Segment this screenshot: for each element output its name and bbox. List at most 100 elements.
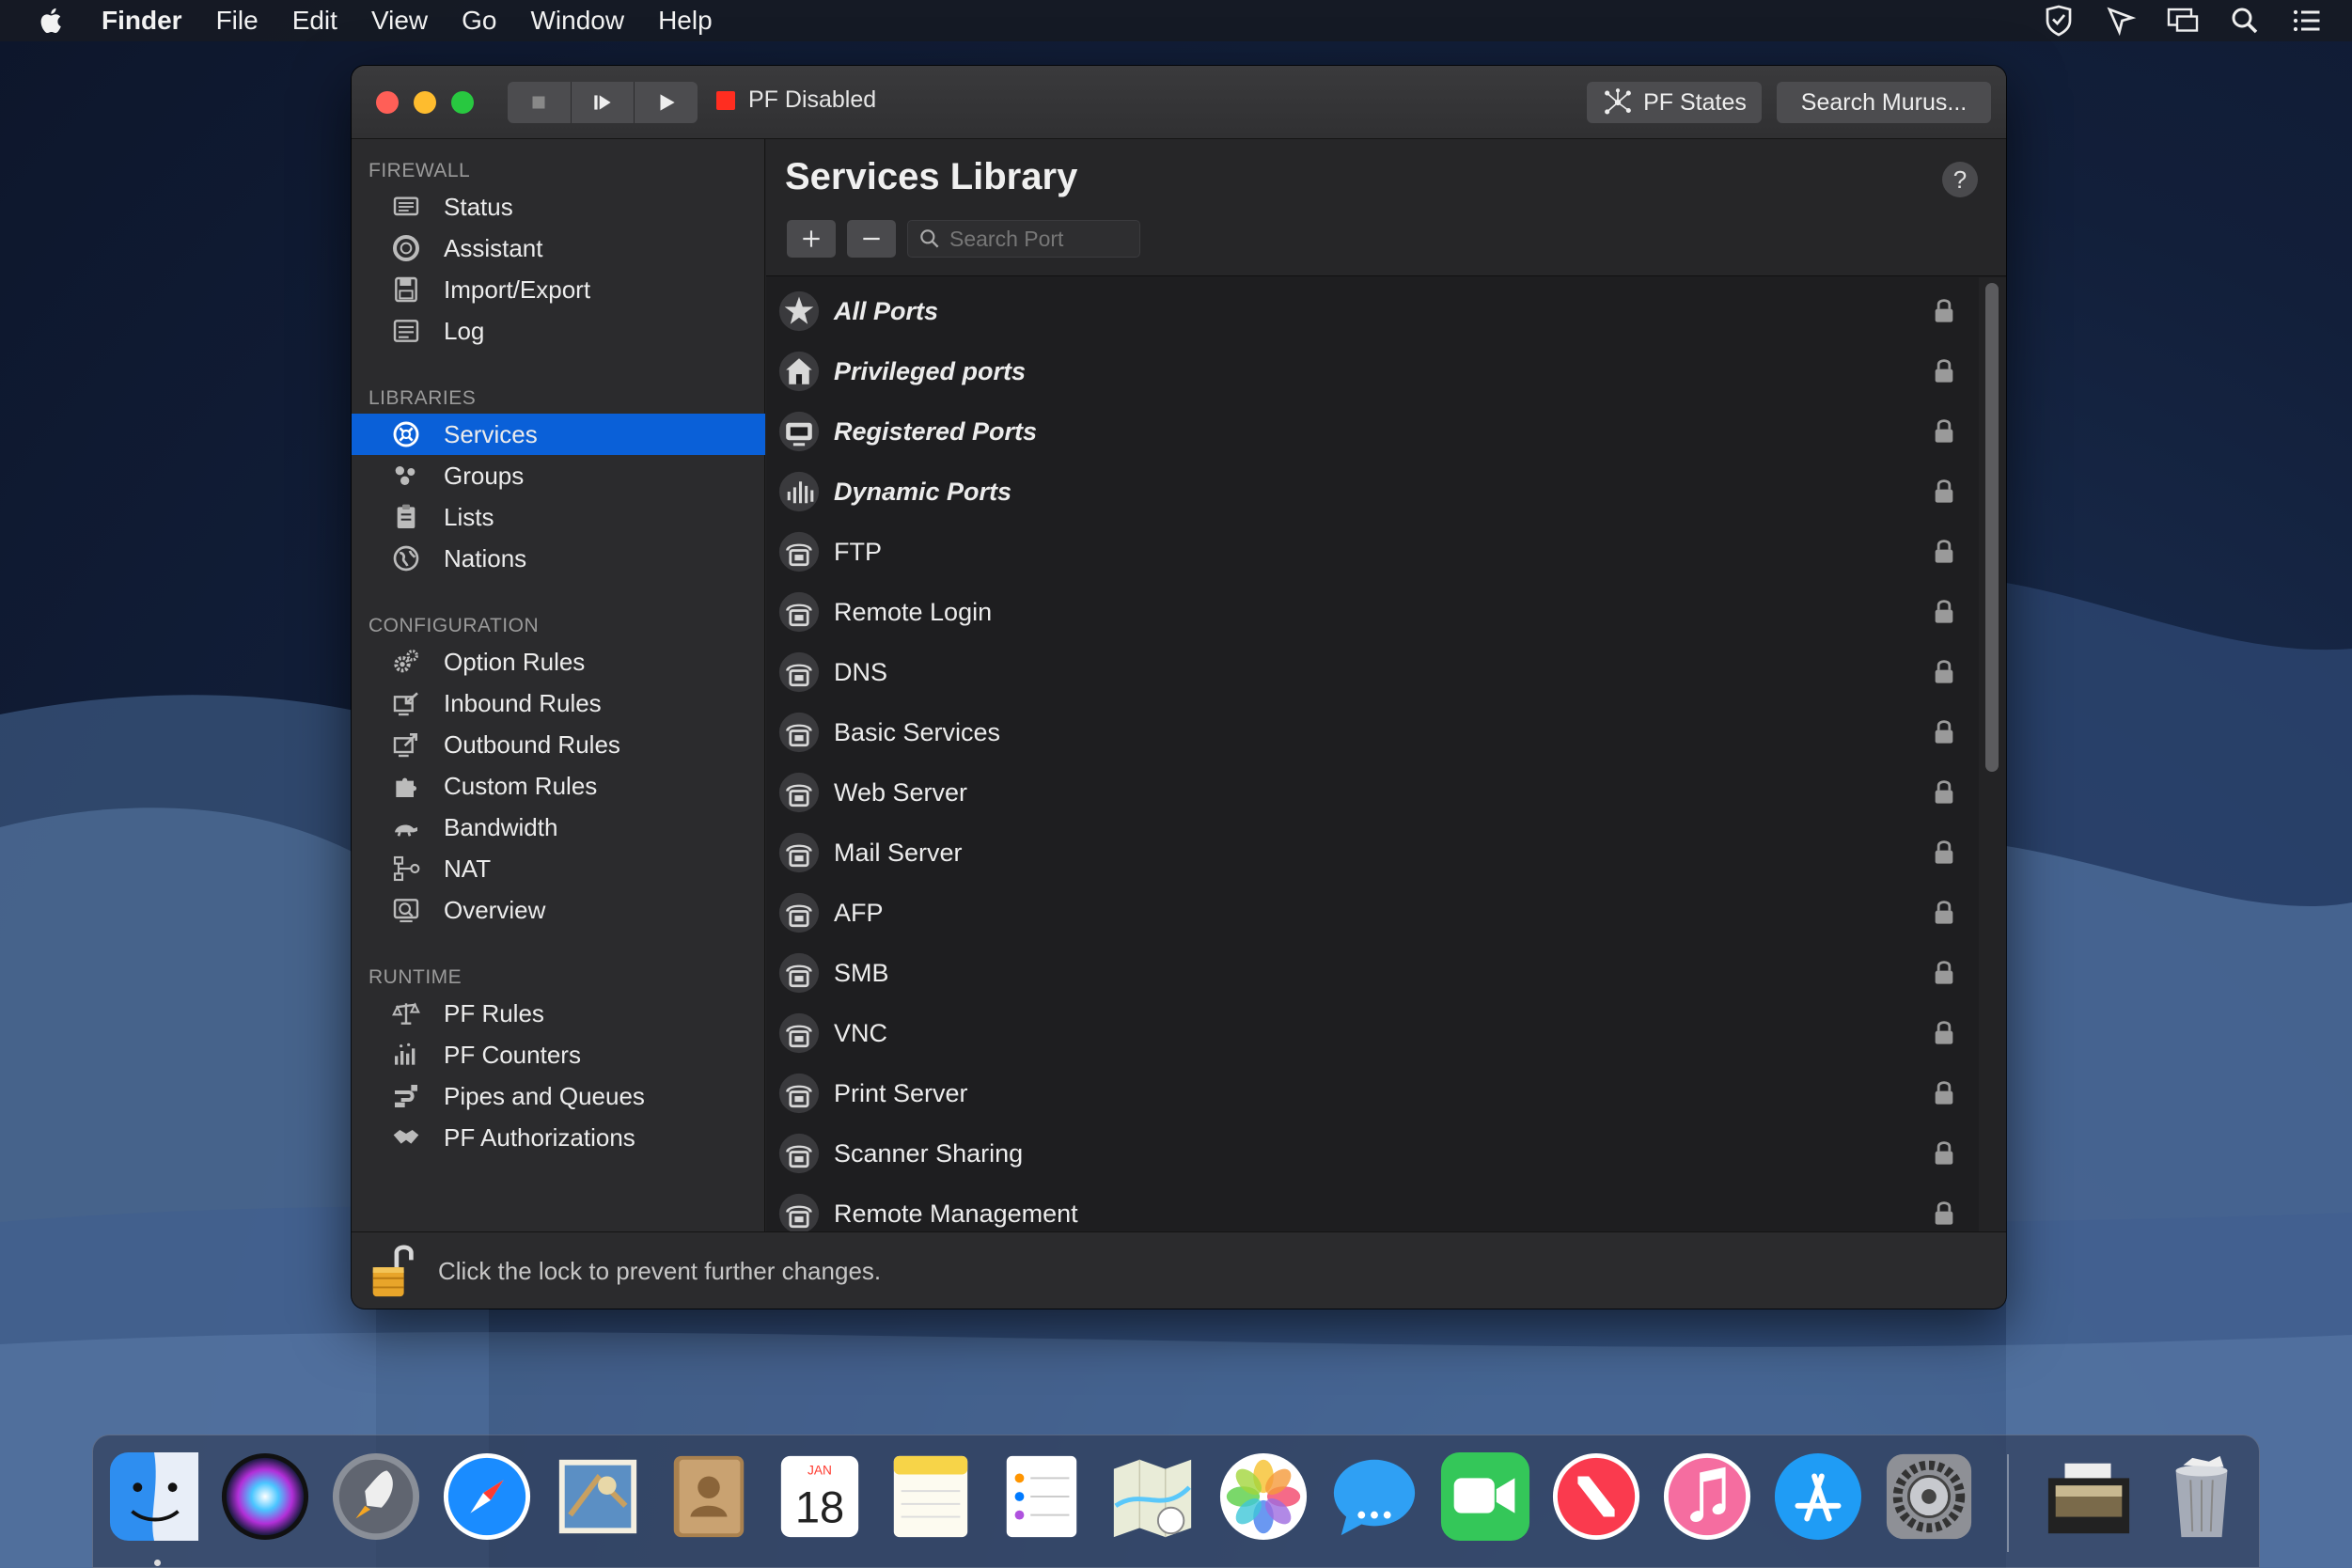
launchpad-icon[interactable] xyxy=(330,1450,422,1543)
maps-icon[interactable] xyxy=(1106,1450,1199,1543)
service-row[interactable]: FTP xyxy=(766,522,1979,582)
pf-states-button[interactable]: PF States xyxy=(1587,82,1762,123)
gears-icon xyxy=(391,647,421,677)
sidebar-item-import-export[interactable]: Import/Export xyxy=(352,269,765,310)
service-row[interactable]: Mail Server xyxy=(766,823,1979,883)
photos-icon[interactable] xyxy=(1217,1450,1309,1543)
menu-view[interactable]: View xyxy=(371,6,428,36)
add-service-button[interactable] xyxy=(787,220,836,258)
facetime-icon[interactable] xyxy=(1439,1450,1531,1543)
stop-pf-button[interactable] xyxy=(508,82,572,123)
sidebar-item-custom-rules[interactable]: Custom Rules xyxy=(352,765,765,807)
sidebar-item-inbound-rules[interactable]: Inbound Rules xyxy=(352,682,765,724)
menu-help[interactable]: Help xyxy=(658,6,713,36)
sidebar-item-option-rules[interactable]: Option Rules xyxy=(352,641,765,682)
contacts-icon[interactable] xyxy=(663,1450,755,1543)
zoom-window-button[interactable] xyxy=(451,91,474,114)
apple-menu-icon[interactable] xyxy=(36,4,68,38)
service-label: Dynamic Ports xyxy=(834,477,1012,506)
service-row[interactable]: Basic Services xyxy=(766,702,1979,762)
lock-icon xyxy=(1935,1021,1953,1044)
sidebar-item-services[interactable]: Services xyxy=(352,414,765,455)
sidebar-item-overview[interactable]: Overview xyxy=(352,889,765,931)
safari-icon[interactable] xyxy=(441,1450,533,1543)
notes-icon[interactable] xyxy=(885,1450,977,1543)
sidebar-item-groups[interactable]: Groups xyxy=(352,455,765,496)
menu-file[interactable]: File xyxy=(216,6,259,36)
search-murus-button[interactable]: Search Murus... xyxy=(1777,82,1991,123)
notification-center-icon[interactable] xyxy=(2290,4,2324,38)
service-row[interactable]: SMB xyxy=(766,943,1979,1003)
murus-shield-icon[interactable] xyxy=(2042,4,2076,38)
menu-edit[interactable]: Edit xyxy=(292,6,337,36)
app-store-icon[interactable] xyxy=(1772,1450,1864,1543)
service-row[interactable]: Registered Ports xyxy=(766,401,1979,462)
downloads-stack-icon[interactable] xyxy=(2043,1450,2135,1543)
messages-icon[interactable] xyxy=(1328,1450,1420,1543)
remove-service-button[interactable] xyxy=(847,220,896,258)
sidebar-item-nations[interactable]: Nations xyxy=(352,538,765,579)
sidebar-item-assistant[interactable]: Assistant xyxy=(352,227,765,269)
reload-pf-button[interactable] xyxy=(572,82,635,123)
news-icon[interactable] xyxy=(1550,1450,1642,1543)
sidebar-item-bandwidth[interactable]: Bandwidth xyxy=(352,807,765,848)
menu-go[interactable]: Go xyxy=(462,6,496,36)
lock-icon xyxy=(1935,359,1953,383)
service-label: Remote Management xyxy=(834,1199,1078,1228)
service-row[interactable]: VNC xyxy=(766,1003,1979,1063)
sidebar-item-lists[interactable]: Lists xyxy=(352,496,765,538)
service-row[interactable]: Print Server xyxy=(766,1063,1979,1123)
pf-states-label: PF States xyxy=(1643,88,1747,116)
service-row[interactable]: Dynamic Ports xyxy=(766,462,1979,522)
service-row[interactable]: Web Server xyxy=(766,762,1979,823)
service-row[interactable]: Scanner Sharing xyxy=(766,1123,1979,1184)
sidebar-item-pf-rules[interactable]: PF Rules xyxy=(352,993,765,1034)
search-port-field[interactable] xyxy=(907,220,1140,258)
close-window-button[interactable] xyxy=(376,91,399,114)
mail-icon[interactable] xyxy=(552,1450,644,1543)
minimize-window-button[interactable] xyxy=(414,91,436,114)
unlocked-padlock-icon[interactable] xyxy=(370,1242,416,1300)
system-preferences-icon[interactable] xyxy=(1883,1450,1975,1543)
lock-icon xyxy=(1935,1081,1953,1105)
sidebar-item-label: Lists xyxy=(444,502,494,531)
sidebar-item-log[interactable]: Log xyxy=(352,310,765,352)
service-row[interactable]: All Ports xyxy=(766,281,1979,341)
search-port-input[interactable] xyxy=(949,226,1137,252)
calendar-month: JAN xyxy=(808,1463,832,1477)
services-list: All Ports Privileged ports Registered Port… xyxy=(766,277,1979,1231)
service-row[interactable]: Privileged ports xyxy=(766,341,1979,401)
menu-window[interactable]: Window xyxy=(530,6,624,36)
services-library-panel: Services Library ? All Ports Privileged p… xyxy=(766,139,2006,1231)
sidebar-item-outbound-rules[interactable]: Outbound Rules xyxy=(352,724,765,765)
sidebar-item-pf-authorizations[interactable]: PF Authorizations xyxy=(352,1117,765,1158)
sidebar-item-nat[interactable]: NAT xyxy=(352,848,765,889)
help-button[interactable]: ? xyxy=(1942,162,1978,197)
trash-icon[interactable] xyxy=(2156,1450,2248,1543)
sidebar-item-pf-counters[interactable]: PF Counters xyxy=(352,1034,765,1075)
panel-header: Services Library ? xyxy=(766,139,2006,276)
menu-app-name[interactable]: Finder xyxy=(102,6,182,36)
calendar-icon[interactable]: JAN 18 xyxy=(774,1450,866,1543)
murus-window: PF Disabled PF States Search Murus... FI… xyxy=(352,66,2006,1309)
service-row[interactable]: Remote Login xyxy=(766,582,1979,642)
section-libraries: LIBRARIES xyxy=(368,387,477,409)
display-mirroring-icon[interactable] xyxy=(2166,4,2200,38)
music-icon[interactable] xyxy=(1661,1450,1753,1543)
lock-footer-text: Click the lock to prevent further change… xyxy=(438,1257,882,1285)
sidebar-item-status[interactable]: Status xyxy=(352,186,765,227)
service-row[interactable]: Remote Management xyxy=(766,1184,1979,1231)
spotlight-search-icon[interactable] xyxy=(2228,4,2262,38)
sidebar-item-pipes-and-queues[interactable]: Pipes and Queues xyxy=(352,1075,765,1117)
finder-icon[interactable] xyxy=(108,1450,200,1543)
siri-icon[interactable] xyxy=(219,1450,311,1543)
reminders-icon[interactable] xyxy=(996,1450,1088,1543)
location-icon[interactable] xyxy=(2104,4,2138,38)
lock-icon xyxy=(1935,780,1953,804)
page-title: Services Library xyxy=(785,156,1078,197)
start-pf-button[interactable] xyxy=(635,82,698,123)
service-row[interactable]: AFP xyxy=(766,883,1979,943)
dock: JAN 18 xyxy=(92,1435,2260,1568)
scrollbar-thumb[interactable] xyxy=(1985,283,1999,772)
service-row[interactable]: DNS xyxy=(766,642,1979,702)
